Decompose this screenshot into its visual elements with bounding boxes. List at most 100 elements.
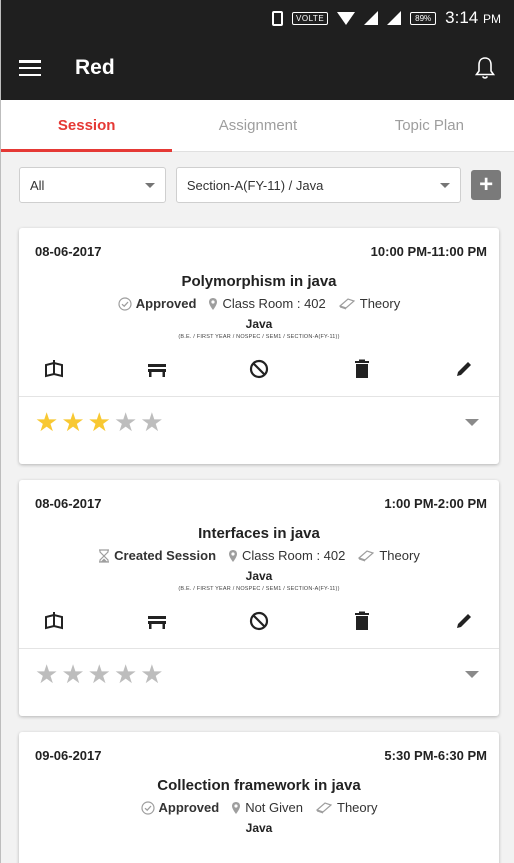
volte-badge: VOLTE (292, 11, 329, 25)
clock-ampm: PM (483, 12, 501, 26)
star-icon[interactable]: ★ (114, 661, 137, 687)
session-detail: (B.E. / FIRST YEAR / NOSPEC / SEM1 / SEC… (178, 586, 340, 592)
tab-session[interactable]: Session (1, 100, 173, 152)
session-meta: Approved Not Given Theory (19, 800, 499, 815)
chevron-down-icon (144, 182, 155, 188)
kind-label: Theory (379, 548, 420, 563)
tab-bar: Session Assignment Topic Plan (1, 100, 514, 152)
type-select[interactable]: All (19, 167, 166, 203)
session-title: Interfaces in java (198, 525, 320, 542)
hamburger-menu-icon[interactable] (19, 60, 41, 76)
add-session-button[interactable]: + (471, 170, 502, 200)
book-icon (358, 550, 375, 562)
star-icon[interactable]: ★ (35, 661, 58, 687)
session-list: 08-06-2017 10:00 PM-11:00 PM Polymorphis… (1, 218, 514, 863)
session-time: 5:30 PM-6:30 PM (384, 748, 487, 763)
check-circle-icon (118, 296, 132, 311)
rating-bar: ★ ★ ★ ★ ★ (19, 648, 499, 699)
location-label: Class Room : 402 (242, 548, 346, 563)
section-select[interactable]: Section-A(FY-11) / Java (175, 167, 462, 203)
session-subject: Java (245, 821, 273, 835)
star-icon[interactable]: ★ (61, 661, 84, 687)
delete-icon[interactable] (349, 356, 375, 382)
cancel-icon[interactable] (246, 608, 272, 634)
session-status: Approved (118, 296, 197, 311)
status-label: Approved (158, 800, 220, 815)
section-select-value: Section-A(FY-11) / Java (186, 177, 324, 193)
session-time: 1:00 PM-2:00 PM (384, 496, 487, 511)
book-open-icon[interactable] (41, 356, 67, 382)
map-pin-icon (209, 297, 218, 310)
session-date: 08-06-2017 (35, 244, 102, 259)
status-label: Approved (135, 296, 197, 311)
session-date: 08-06-2017 (35, 496, 102, 511)
session-meta: Created Session Class Room : 402 Theory (19, 548, 499, 563)
session-detail: (B.E. / FIRST YEAR / NOSPEC / SEM1 / SEC… (178, 334, 340, 340)
location-label: Class Room : 402 (222, 296, 326, 311)
session-actions (19, 352, 499, 386)
hourglass-icon (99, 548, 110, 563)
session-location: Not Given (231, 800, 303, 815)
location-label: Not Given (245, 800, 303, 815)
star-icon[interactable]: ★ (61, 409, 84, 435)
star-rating[interactable]: ★ ★ ★ ★ ★ (35, 661, 164, 687)
map-pin-icon (229, 549, 238, 562)
session-kind: Theory (338, 296, 400, 311)
session-subject: Java (245, 317, 273, 331)
session-kind: Theory (357, 548, 420, 563)
session-card[interactable]: 08-06-2017 10:00 PM-11:00 PM Polymorphis… (19, 228, 499, 464)
tab-topic-plan[interactable]: Topic Plan (344, 100, 514, 151)
tab-assignment[interactable]: Assignment (172, 100, 343, 151)
session-time: 10:00 PM-11:00 PM (370, 244, 487, 259)
star-icon[interactable]: ★ (88, 409, 111, 435)
star-icon[interactable]: ★ (140, 661, 163, 687)
expand-chevron-icon[interactable] (465, 670, 479, 678)
star-icon[interactable]: ★ (140, 409, 163, 435)
map-pin-icon (232, 801, 241, 814)
book-icon (338, 298, 355, 310)
filter-bar: All Section-A(FY-11) / Java + (1, 152, 514, 218)
battery-icon: 89% (410, 11, 437, 25)
type-select-value: All (30, 177, 45, 193)
bench-icon[interactable] (144, 608, 170, 634)
expand-chevron-icon[interactable] (465, 418, 479, 426)
star-icon[interactable]: ★ (35, 409, 58, 435)
session-location: Class Room : 402 (228, 548, 345, 563)
kind-label: Theory (359, 296, 401, 311)
session-date: 09-06-2017 (35, 748, 102, 763)
star-rating[interactable]: ★ ★ ★ ★ ★ (35, 409, 164, 435)
book-open-icon[interactable] (41, 608, 67, 634)
status-bar: VOLTE 89% 3:14 PM (1, 0, 514, 36)
edit-pencil-icon[interactable] (451, 608, 477, 634)
book-icon (315, 802, 333, 814)
cancel-icon[interactable] (246, 356, 272, 382)
session-subject: Java (245, 569, 273, 583)
chevron-down-icon (440, 182, 451, 188)
signal-icon-2 (387, 11, 402, 25)
session-location: Class Room : 402 (208, 296, 326, 311)
clock-time: 3:14 (445, 8, 479, 27)
phone-icon (272, 10, 284, 26)
session-meta: Approved Class Room : 402 Theory (19, 296, 499, 311)
edit-pencil-icon[interactable] (451, 356, 477, 382)
signal-icon (364, 11, 379, 25)
session-actions (19, 604, 499, 638)
session-card[interactable]: 09-06-2017 5:30 PM-6:30 PM Collection fr… (19, 732, 499, 863)
bench-icon[interactable] (144, 356, 170, 382)
bell-icon[interactable] (473, 55, 497, 81)
delete-icon[interactable] (349, 608, 375, 634)
session-title: Polymorphism in java (181, 273, 337, 290)
app-bar: Red (1, 36, 514, 100)
session-kind: Theory (315, 800, 377, 815)
app-title: Red (75, 56, 115, 79)
rating-bar: ★ ★ ★ ★ ★ (19, 396, 499, 447)
session-card[interactable]: 08-06-2017 1:00 PM-2:00 PM Interfaces in… (19, 480, 499, 716)
status-label: Created Session (114, 548, 217, 563)
session-title: Collection framework in java (157, 777, 361, 794)
star-icon[interactable]: ★ (114, 409, 137, 435)
star-icon[interactable]: ★ (88, 661, 111, 687)
wifi-icon (337, 11, 356, 25)
check-circle-icon (140, 800, 155, 815)
session-status: Approved (140, 800, 220, 815)
clock: 3:14 PM (445, 8, 501, 28)
